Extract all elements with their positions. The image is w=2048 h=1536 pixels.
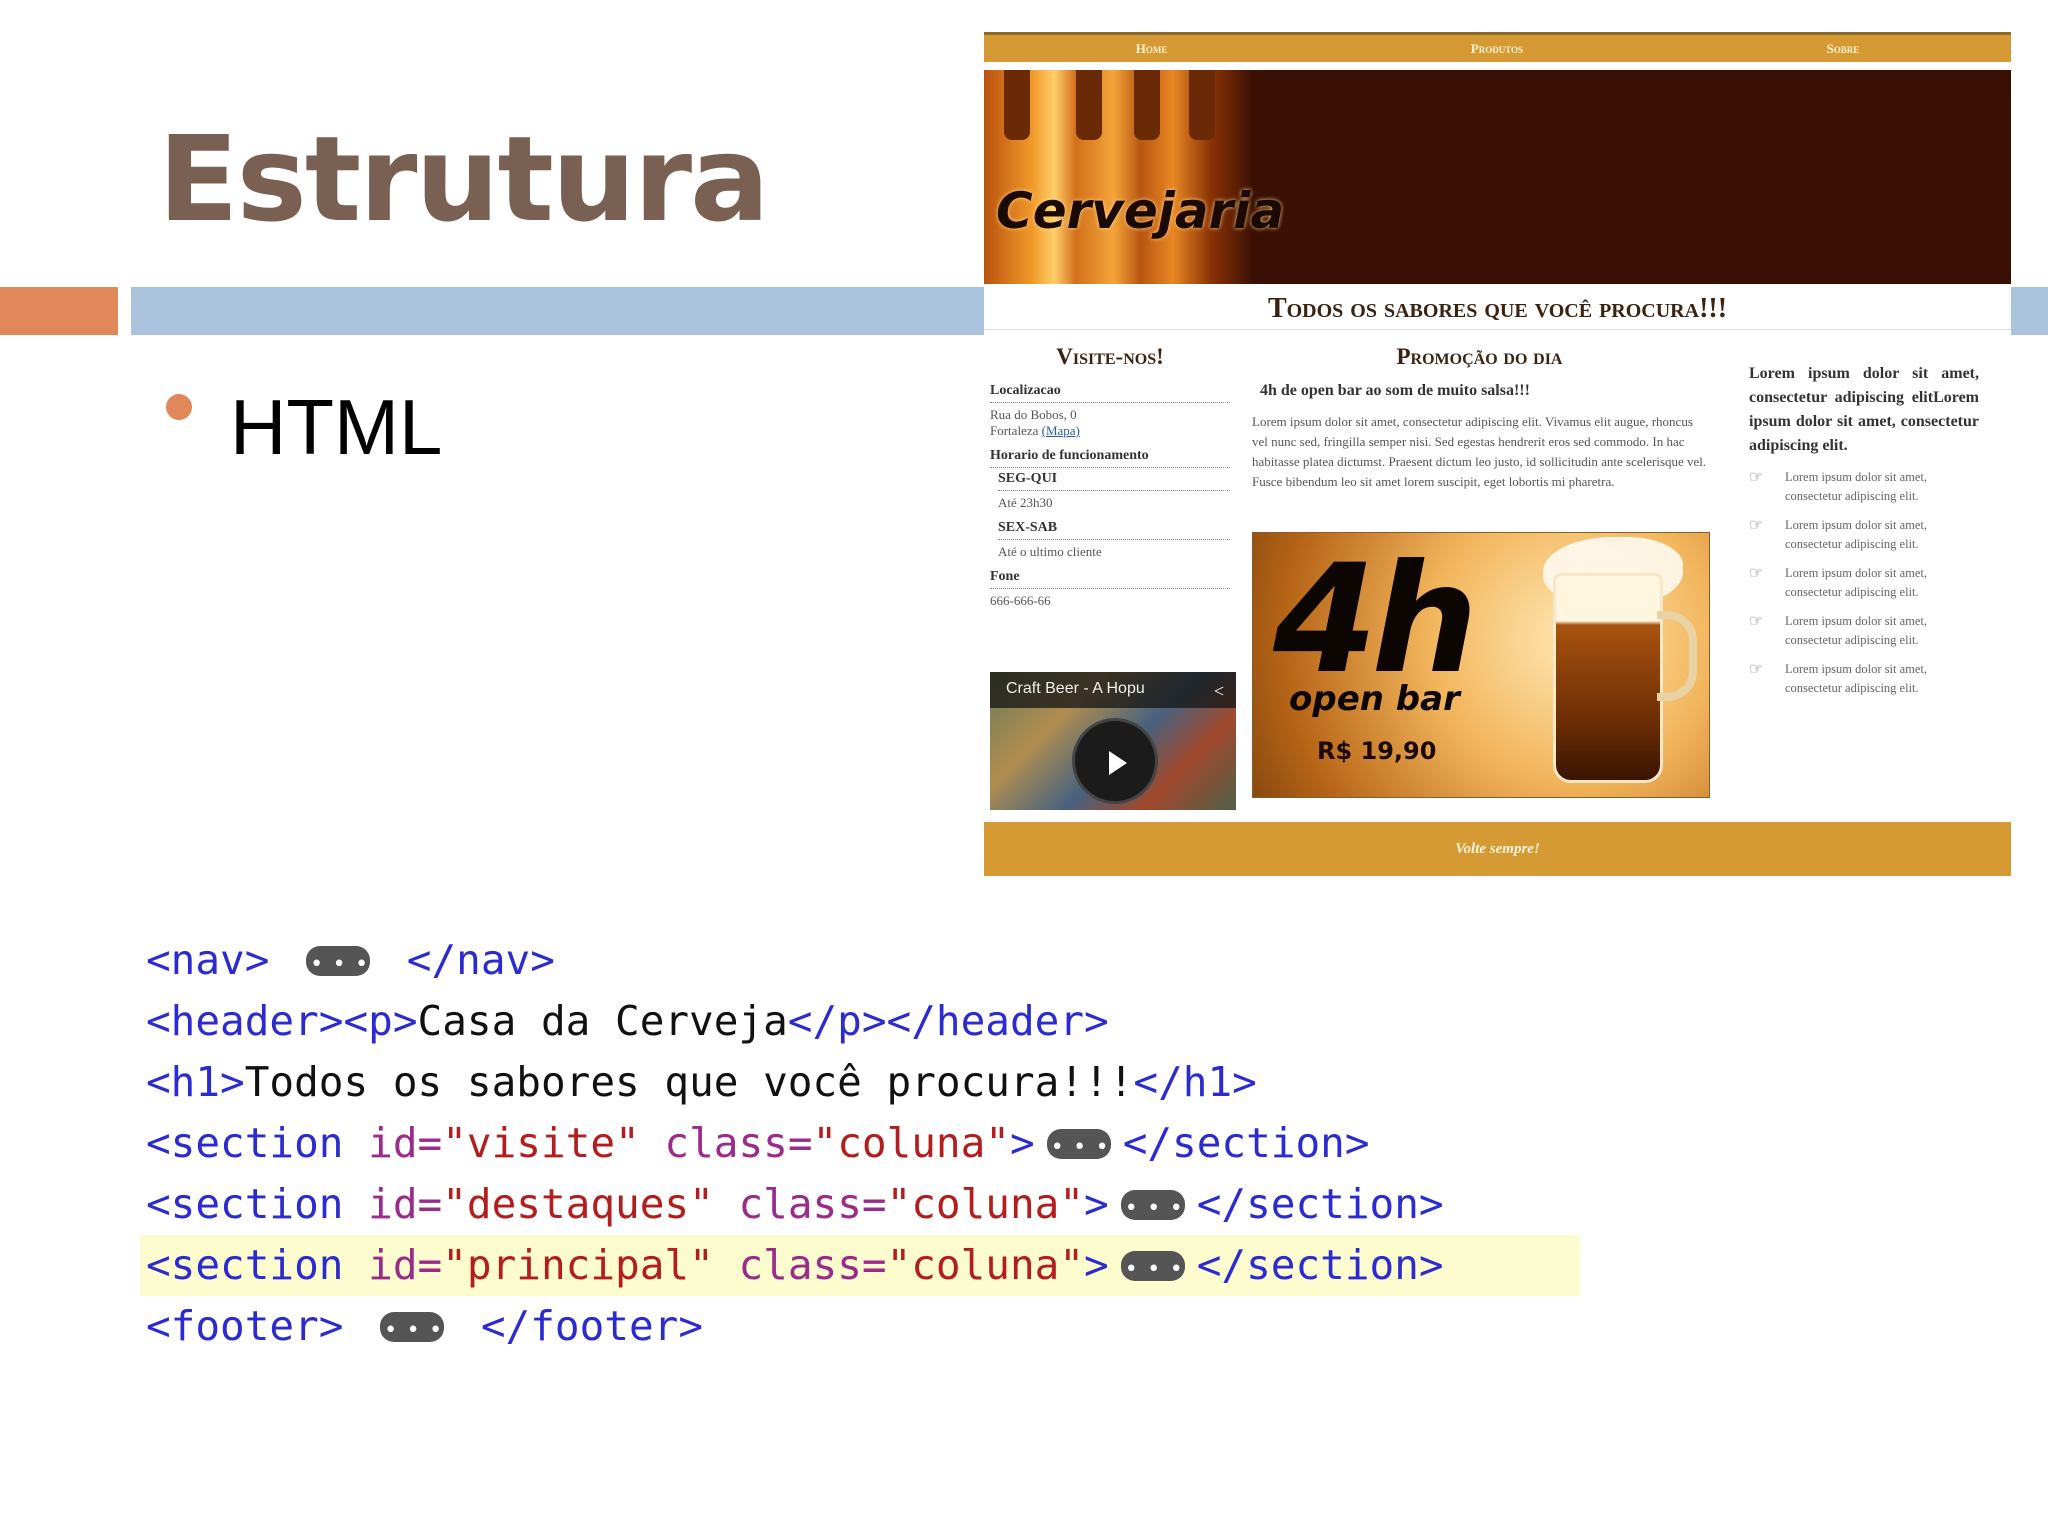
bullet-text: HTML: [230, 383, 443, 471]
beer-mug-handle: [1657, 611, 1697, 701]
video-embed[interactable]: Craft Beer - A Hopu <: [990, 672, 1236, 810]
map-link[interactable]: (Mapa): [1042, 423, 1080, 438]
visit-column: Visite-nos! Localizacao Rua do Bobos, 0 …: [990, 344, 1230, 615]
play-icon[interactable]: [1072, 718, 1158, 804]
visit-title: Visite-nos!: [1056, 344, 1164, 369]
fold-icon[interactable]: [1120, 1239, 1185, 1300]
mockup-header-banner: Cervejaria: [984, 70, 2011, 284]
list-item: ☞ Lorem ipsum dolor sit amet, consectetur…: [1749, 517, 1927, 551]
list-item: ☞ Lorem ipsum dolor sit amet, consectetur…: [1749, 613, 1927, 647]
beer-mug-image: [1553, 573, 1663, 783]
phone-value: 666-666-66: [990, 593, 1051, 608]
nav-item-sobre[interactable]: Sobre: [1827, 41, 1860, 57]
code-block: <nav> </nav> <header><p>Casa da Cerveja<…: [140, 930, 1580, 1361]
days-label-1: SEG-QUI: [998, 468, 1230, 491]
code-line-header: <header><p>Casa da Cerveja</p></header>: [146, 997, 1109, 1045]
mockup-footer: Volte sempre!: [984, 822, 2011, 876]
promo-banner-sub: open bar: [1289, 679, 1460, 719]
list-item: ☞ Lorem ipsum dolor sit amet, consectetur…: [1749, 469, 1927, 503]
fold-icon[interactable]: [1120, 1178, 1185, 1239]
code-line-footer: <footer> </footer>: [140, 1296, 1580, 1361]
sidebar-list: ☞ Lorem ipsum dolor sit amet, consectetur…: [1749, 468, 1979, 698]
accent-bar-orange: [0, 287, 118, 335]
promo-column: Promoção do dia 4h de open bar ao som de…: [1252, 344, 1707, 492]
pointing-hand-icon: ☞: [1749, 517, 1764, 534]
sidebar-intro: Lorem ipsum dolor sit amet, consectetur …: [1749, 365, 1979, 454]
mockup-nav: Home Produtos Sobre: [984, 32, 2011, 62]
phone-label: Fone: [990, 566, 1230, 589]
share-icon[interactable]: <: [1214, 681, 1224, 702]
mockup-headline: Todos os sabores que você procura!!!: [984, 288, 2011, 330]
nav-item-produtos[interactable]: Produtos: [1471, 41, 1523, 57]
code-line-section-principal: <section id="principal" class="coluna"><…: [140, 1235, 1580, 1300]
pointing-hand-icon: ☞: [1749, 565, 1764, 582]
slide-title: Estrutura: [158, 110, 770, 248]
fold-icon[interactable]: [1046, 1117, 1111, 1178]
website-mockup: Home Produtos Sobre Cervejaria Todos os …: [984, 32, 2011, 878]
pointing-hand-icon: ☞: [1749, 661, 1764, 678]
mockup-logo: Cervejaria: [996, 182, 1285, 240]
nav-item-home[interactable]: Home: [1136, 41, 1168, 57]
promo-title: Promoção do dia: [1396, 344, 1563, 369]
pointing-hand-icon: ☞: [1749, 469, 1764, 486]
pointing-hand-icon: ☞: [1749, 613, 1764, 630]
bullet-icon: [166, 394, 192, 420]
beer-bottles-image: [984, 70, 1254, 284]
list-item: ☞ Lorem ipsum dolor sit amet, consectetur…: [1749, 565, 1927, 599]
days-label-2: SEX-SAB: [998, 517, 1230, 540]
code-line-h1: <h1>Todos os sabores que você procura!!!…: [146, 1058, 1257, 1106]
promo-banner-price: R$ 19,90: [1317, 737, 1437, 765]
promo-subtitle: 4h de open bar ao som de muito salsa!!!: [1260, 382, 1530, 399]
address: Rua do Bobos, 0 Fortaleza (Mapa): [990, 407, 1080, 438]
fold-icon[interactable]: [380, 1300, 445, 1361]
sidebar-column: Lorem ipsum dolor sit amet, consectetur …: [1749, 362, 1979, 708]
video-title: Craft Beer - A Hopu: [990, 672, 1236, 708]
fold-icon[interactable]: [306, 934, 371, 995]
code-line-nav: <nav> </nav>: [140, 930, 1580, 995]
hours-label: Horario de funcionamento: [990, 445, 1230, 468]
code-line-section-destaques: <section id="destaques" class="coluna"><…: [140, 1174, 1580, 1239]
location-label: Localizacao: [990, 380, 1230, 403]
list-item: ☞ Lorem ipsum dolor sit amet, consectetur…: [1749, 661, 1927, 695]
hours-value-2: Até o ultimo cliente: [998, 544, 1102, 559]
promo-banner-image: 4h open bar R$ 19,90: [1252, 532, 1710, 798]
code-line-section-visite: <section id="visite" class="coluna"></se…: [140, 1113, 1580, 1178]
promo-text: Lorem ipsum dolor sit amet, consectetur …: [1252, 414, 1707, 489]
hours-value-1: Até 23h30: [998, 495, 1053, 510]
